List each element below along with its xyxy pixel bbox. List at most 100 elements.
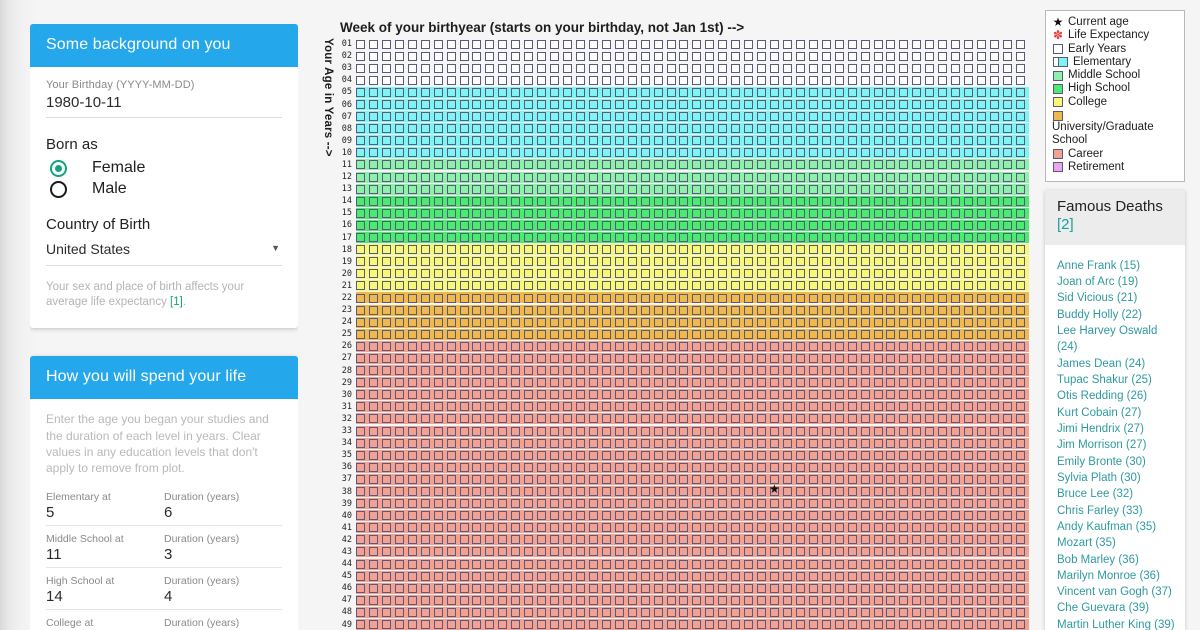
grid-week-cell[interactable] xyxy=(886,474,896,484)
grid-week-cell[interactable] xyxy=(860,535,870,545)
grid-week-cell[interactable] xyxy=(860,233,870,243)
grid-week-cell[interactable] xyxy=(770,378,779,388)
grid-week-cell[interactable] xyxy=(886,112,896,122)
grid-week-cell[interactable] xyxy=(640,233,650,243)
grid-week-cell[interactable] xyxy=(627,305,637,315)
grid-week-cell[interactable] xyxy=(459,426,469,436)
grid-week-cell[interactable] xyxy=(563,523,572,533)
grid-week-cell[interactable] xyxy=(446,378,456,388)
grid-week-cell[interactable] xyxy=(653,63,663,73)
grid-week-cell[interactable] xyxy=(886,402,896,412)
grid-week-cell[interactable] xyxy=(614,511,624,521)
grid-week-cell[interactable] xyxy=(356,317,365,327)
grid-week-cell[interactable] xyxy=(433,269,443,279)
grid-week-cell[interactable] xyxy=(485,208,495,218)
grid-week-cell[interactable] xyxy=(679,583,689,593)
grid-week-cell[interactable] xyxy=(718,257,728,267)
grid-week-cell[interactable] xyxy=(705,305,715,315)
grid-week-cell[interactable] xyxy=(705,160,715,170)
grid-week-cell[interactable] xyxy=(679,378,689,388)
grid-week-cell[interactable] xyxy=(964,257,974,267)
grid-week-cell[interactable] xyxy=(563,124,572,134)
grid-week-cell[interactable] xyxy=(627,511,637,521)
grid-week-cell[interactable] xyxy=(821,607,831,617)
grid-week-cell[interactable] xyxy=(472,220,482,230)
grid-week-cell[interactable] xyxy=(394,462,404,472)
grid-week-cell[interactable] xyxy=(498,136,508,146)
grid-week-cell[interactable] xyxy=(899,136,909,146)
grid-week-cell[interactable] xyxy=(524,124,534,134)
grid-week-cell[interactable] xyxy=(381,233,391,243)
famous-death-item[interactable]: Martin Luther King (39) xyxy=(1057,617,1175,630)
grid-week-cell[interactable] xyxy=(951,414,961,424)
grid-week-cell[interactable] xyxy=(899,366,909,376)
grid-week-cell[interactable] xyxy=(550,305,560,315)
grid-week-cell[interactable] xyxy=(795,87,805,97)
grid-week-cell[interactable] xyxy=(860,100,870,110)
grid-week-cell[interactable] xyxy=(718,281,728,291)
grid-week-cell[interactable] xyxy=(407,402,417,412)
grid-week-cell[interactable] xyxy=(627,426,637,436)
grid-week-cell[interactable] xyxy=(692,160,702,170)
grid-week-cell[interactable] xyxy=(485,474,495,484)
grid-week-cell[interactable] xyxy=(640,499,650,509)
grid-week-cell[interactable] xyxy=(537,184,547,194)
grid-week-cell[interactable] xyxy=(977,63,986,73)
grid-week-cell[interactable] xyxy=(899,438,909,448)
grid-week-cell[interactable] xyxy=(524,535,534,545)
grid-week-cell[interactable] xyxy=(627,136,637,146)
grid-week-cell[interactable] xyxy=(498,426,508,436)
grid-week-cell[interactable] xyxy=(899,293,909,303)
grid-week-cell[interactable] xyxy=(627,148,637,158)
grid-week-cell[interactable] xyxy=(679,353,689,363)
grid-week-cell[interactable] xyxy=(485,196,495,206)
grid-week-cell[interactable] xyxy=(989,220,999,230)
grid-week-cell[interactable] xyxy=(575,39,585,49)
grid-week-cell[interactable] xyxy=(1015,414,1025,424)
grid-week-cell[interactable] xyxy=(938,438,948,448)
grid-week-cell[interactable] xyxy=(821,390,831,400)
grid-week-cell[interactable] xyxy=(446,607,456,617)
grid-week-cell[interactable] xyxy=(808,100,818,110)
grid-week-cell[interactable] xyxy=(575,112,585,122)
grid-week-cell[interactable] xyxy=(964,39,974,49)
grid-week-cell[interactable] xyxy=(847,487,857,497)
grid-week-cell[interactable] xyxy=(498,414,508,424)
grid-week-cell[interactable] xyxy=(731,39,741,49)
grid-week-cell[interactable] xyxy=(394,620,404,630)
grid-week-cell[interactable] xyxy=(640,245,650,255)
grid-week-cell[interactable] xyxy=(601,583,611,593)
grid-week-cell[interactable] xyxy=(407,474,417,484)
grid-week-cell[interactable] xyxy=(537,39,547,49)
grid-week-cell[interactable] xyxy=(653,112,663,122)
grid-week-cell[interactable] xyxy=(821,245,831,255)
grid-week-cell[interactable] xyxy=(563,450,572,460)
grid-week-cell[interactable] xyxy=(485,245,495,255)
grid-week-cell[interactable] xyxy=(692,378,702,388)
grid-week-cell[interactable] xyxy=(601,148,611,158)
grid-week-cell[interactable] xyxy=(782,523,792,533)
grid-week-cell[interactable] xyxy=(524,75,534,85)
grid-week-cell[interactable] xyxy=(537,378,547,388)
grid-week-cell[interactable] xyxy=(718,523,728,533)
grid-week-cell[interactable] xyxy=(614,559,624,569)
grid-week-cell[interactable] xyxy=(640,148,650,158)
grid-week-cell[interactable] xyxy=(1002,414,1012,424)
grid-week-cell[interactable] xyxy=(472,583,482,593)
grid-week-cell[interactable] xyxy=(433,390,443,400)
grid-week-cell[interactable] xyxy=(847,511,857,521)
grid-week-cell[interactable] xyxy=(886,87,896,97)
grid-week-cell[interactable] xyxy=(640,438,650,448)
grid-week-cell[interactable] xyxy=(795,353,805,363)
grid-week-cell[interactable] xyxy=(795,136,805,146)
grid-week-cell[interactable] xyxy=(511,124,521,134)
grid-week-cell[interactable] xyxy=(925,595,935,605)
grid-week-cell[interactable] xyxy=(563,245,572,255)
grid-week-cell[interactable] xyxy=(394,257,404,267)
grid-week-cell[interactable] xyxy=(744,487,754,497)
grid-week-cell[interactable] xyxy=(834,51,844,61)
grid-week-cell[interactable] xyxy=(381,51,391,61)
grid-week-cell[interactable] xyxy=(692,414,702,424)
grid-week-cell[interactable] xyxy=(899,245,909,255)
grid-week-cell[interactable] xyxy=(912,523,922,533)
